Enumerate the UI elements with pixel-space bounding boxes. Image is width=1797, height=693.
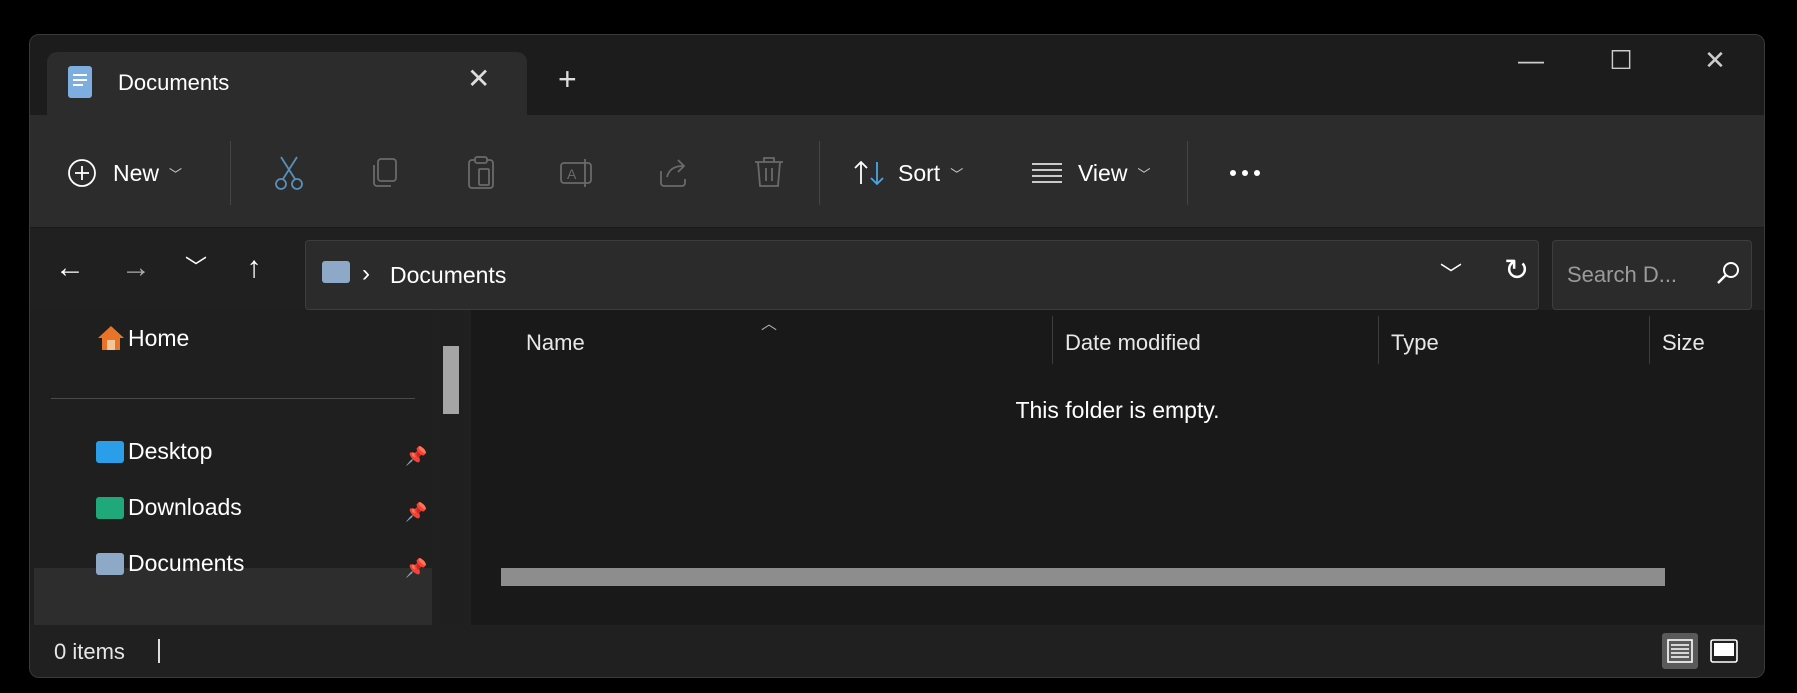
maximize-icon[interactable]: ☐ — [1586, 45, 1656, 85]
up-arrow-icon[interactable]: ↑ — [234, 248, 274, 288]
minimize-icon[interactable]: — — [1496, 45, 1566, 85]
sort-ascending-icon: ︿ — [761, 316, 778, 333]
column-header-name[interactable]: Name — [526, 330, 585, 356]
sidebar-divider — [51, 398, 415, 399]
search-icon[interactable] — [1713, 259, 1743, 289]
search-box[interactable] — [1552, 240, 1752, 310]
delete-icon[interactable] — [747, 151, 791, 195]
tab-documents[interactable]: Documents ✕ — [47, 52, 527, 115]
new-label: New — [113, 159, 160, 186]
sidebar-item-label: Documents — [128, 550, 245, 576]
status-divider — [158, 639, 160, 663]
sort-icon — [854, 160, 884, 186]
toolbar-divider — [1187, 141, 1188, 205]
item-count: 0 items — [54, 639, 125, 664]
toolbar-divider — [819, 141, 820, 205]
toolbar-divider — [230, 141, 231, 205]
forward-arrow-icon[interactable]: → — [116, 248, 156, 288]
more-icon[interactable] — [1223, 151, 1267, 195]
address-bar[interactable]: › Documents ﹀ ↻ — [305, 240, 1539, 310]
file-list: ︿ Name Date modified Type Size This fold… — [471, 310, 1764, 625]
sidebar-item-label: Downloads — [128, 494, 242, 520]
tab-title: Documents — [118, 70, 230, 95]
column-divider[interactable] — [1052, 316, 1053, 364]
chevron-down-icon[interactable]: ﹀ — [1440, 257, 1462, 289]
command-bar: New ﹀ A Sort ﹀ View ﹀ — [30, 115, 1764, 228]
breadcrumb-separator: › — [362, 260, 370, 287]
column-header-date-modified[interactable]: Date modified — [1065, 330, 1201, 356]
sidebar-scrollbar[interactable] — [439, 310, 463, 625]
view-label: View — [1078, 159, 1128, 186]
pin-icon[interactable]: 📌 — [405, 502, 427, 523]
svg-text:A: A — [567, 166, 577, 182]
pin-icon[interactable]: 📌 — [405, 558, 427, 579]
sidebar-item-desktop[interactable]: Desktop — [96, 438, 212, 465]
navigation-bar: ← → ﹀ ↑ › Documents ﹀ ↻ — [30, 228, 1764, 310]
view-lines-icon — [1032, 163, 1062, 183]
sidebar-item-home[interactable]: Home — [96, 324, 189, 352]
window-close-icon[interactable]: ✕ — [1680, 45, 1750, 85]
refresh-icon[interactable]: ↻ — [1504, 253, 1529, 288]
sort-label: Sort — [898, 159, 941, 186]
empty-folder-message: This folder is empty. — [1015, 397, 1220, 423]
search-input[interactable] — [1565, 259, 1709, 291]
scrollbar-thumb[interactable] — [443, 346, 459, 414]
horizontal-scrollbar[interactable] — [501, 568, 1665, 586]
downloads-folder-icon — [96, 496, 124, 519]
close-icon[interactable]: ✕ — [467, 62, 490, 95]
navigation-pane: Home Desktop 📌 Downloads 📌 Documents 📌 — [30, 310, 432, 625]
rename-icon[interactable]: A — [555, 151, 599, 195]
pin-icon[interactable]: 📌 — [405, 446, 427, 467]
file-explorer-window: Documents ✕ + — ☐ ✕ New ﹀ A Sort ﹀ View … — [29, 34, 1765, 678]
share-icon[interactable] — [651, 151, 695, 195]
column-header-size[interactable]: Size — [1662, 330, 1705, 356]
sidebar-item-documents[interactable]: Documents — [96, 550, 244, 577]
column-header-type[interactable]: Type — [1391, 330, 1439, 356]
copy-icon[interactable] — [363, 151, 407, 195]
home-icon — [98, 326, 124, 350]
chevron-down-icon: ﹀ — [169, 166, 183, 182]
back-arrow-icon[interactable]: ← — [50, 248, 90, 288]
chevron-down-icon: ﹀ — [1137, 166, 1151, 182]
chevron-down-icon: ﹀ — [950, 166, 964, 182]
plus-icon[interactable]: + — [558, 63, 577, 95]
sidebar-item-label: Desktop — [128, 438, 213, 464]
document-icon — [68, 66, 92, 98]
tiles-view-icon[interactable] — [1706, 633, 1742, 669]
paste-icon[interactable] — [459, 151, 503, 195]
status-bar: 0 items — [30, 625, 1764, 677]
sidebar-item-label: Home — [128, 324, 190, 351]
new-button[interactable]: New ﹀ — [67, 151, 182, 195]
column-divider[interactable] — [1378, 316, 1379, 364]
documents-folder-icon — [96, 552, 124, 575]
plus-circle-icon — [68, 159, 96, 187]
desktop-folder-icon — [96, 440, 124, 463]
breadcrumb-documents[interactable]: Documents — [390, 262, 506, 289]
cut-icon[interactable] — [267, 151, 311, 195]
details-view-icon[interactable] — [1662, 633, 1698, 669]
sort-button[interactable]: Sort ﹀ — [852, 151, 963, 195]
column-divider[interactable] — [1649, 316, 1650, 364]
sidebar-item-downloads[interactable]: Downloads — [96, 494, 242, 521]
documents-folder-icon — [322, 261, 350, 283]
recent-locations-chevron-icon[interactable]: ﹀ — [176, 248, 216, 288]
title-bar: Documents ✕ + — ☐ ✕ — [30, 35, 1764, 115]
view-button[interactable]: View ﹀ — [1030, 151, 1150, 195]
